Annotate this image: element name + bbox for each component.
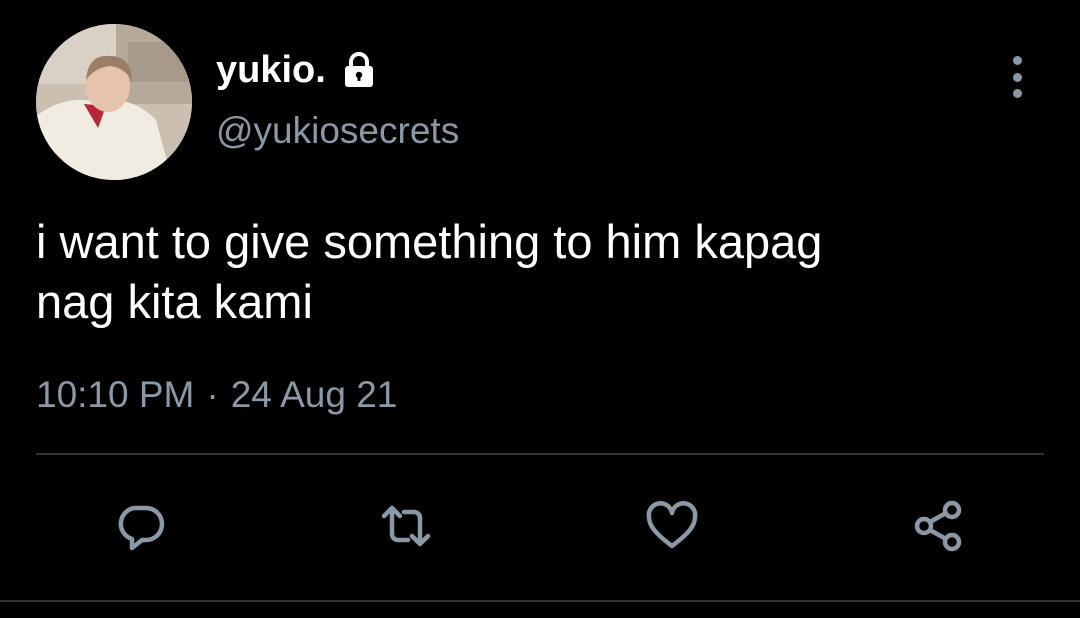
reply-bubble-icon <box>118 505 165 551</box>
more-options-button[interactable] <box>996 56 1038 98</box>
share-button[interactable] <box>908 496 968 556</box>
retweet-button[interactable] <box>376 496 436 556</box>
author-name-row: yukio. <box>216 46 378 94</box>
tweet-timestamp[interactable]: 10:10 PM · 24 Aug 21 <box>36 374 397 416</box>
author-handle[interactable]: @yukiosecrets <box>216 110 459 152</box>
action-bar <box>0 496 1080 556</box>
reply-button[interactable] <box>110 496 170 556</box>
timestamp-separator: · <box>206 374 219 415</box>
author-display-name[interactable]: yukio. <box>216 49 326 92</box>
more-dot-icon <box>1012 89 1022 98</box>
more-dot-icon <box>1012 72 1022 82</box>
tweet-time: 10:10 PM <box>36 374 195 415</box>
tweet-date: 24 Aug 21 <box>230 374 398 415</box>
retweet-icon <box>381 505 431 547</box>
divider <box>36 453 1044 455</box>
lock-icon <box>340 51 378 89</box>
avatar-image <box>36 24 192 180</box>
like-button[interactable] <box>642 496 702 556</box>
divider <box>0 600 1080 602</box>
heart-icon <box>646 501 698 549</box>
tweet-text: i want to give something to him kapag na… <box>36 215 823 328</box>
avatar[interactable] <box>36 24 192 180</box>
tweet-card: yukio. @yukiosecrets i want to give some… <box>0 0 1080 618</box>
more-dot-icon <box>1012 56 1022 65</box>
share-icon <box>914 500 962 552</box>
